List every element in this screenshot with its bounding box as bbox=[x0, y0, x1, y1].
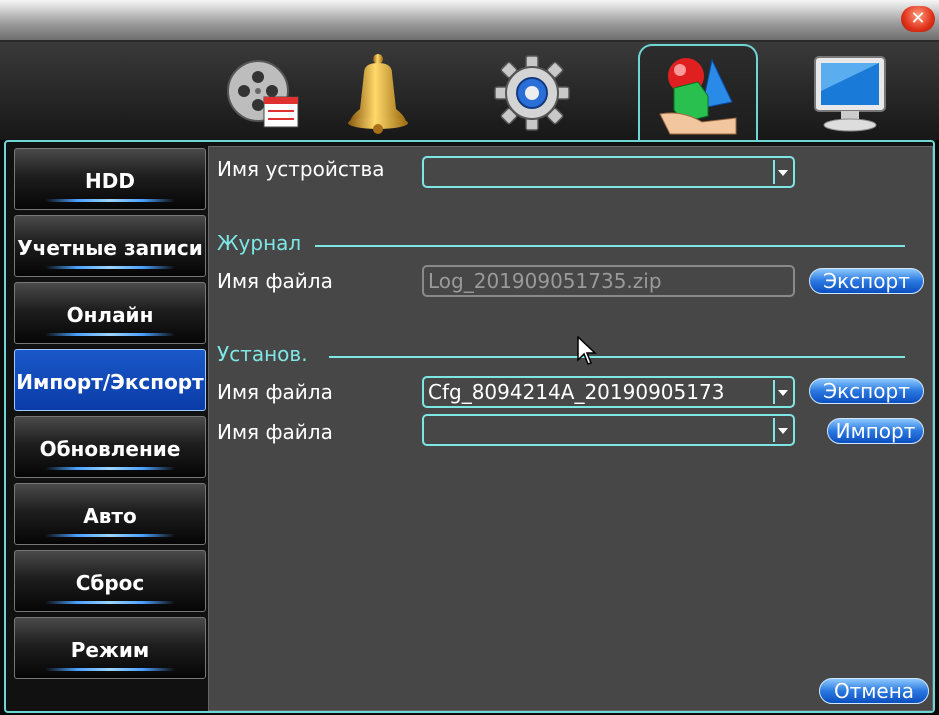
config-section-title: Установ. bbox=[217, 342, 308, 366]
log-section-divider bbox=[315, 245, 905, 247]
config-import-button[interactable]: Импорт bbox=[827, 418, 924, 444]
sidebar-item-update[interactable]: Обновление bbox=[14, 416, 206, 478]
log-export-button[interactable]: Экспорт bbox=[809, 268, 924, 294]
sidebar-item-hdd[interactable]: HDD bbox=[14, 148, 206, 210]
config-import-file-label: Имя файла bbox=[217, 420, 333, 444]
device-name-dropdown[interactable] bbox=[422, 156, 795, 188]
config-export-button[interactable]: Экспорт bbox=[809, 378, 924, 404]
sidebar-item-label: Обновление bbox=[39, 437, 181, 461]
log-file-value: Log_201909051735.zip bbox=[428, 269, 662, 293]
mouse-cursor-icon bbox=[577, 336, 597, 365]
tab-record[interactable] bbox=[204, 48, 320, 138]
sidebar-item-auto[interactable]: Авто bbox=[14, 483, 206, 545]
config-export-file-dropdown[interactable]: Cfg_8094214A_20190905173 bbox=[422, 376, 795, 408]
title-bar: ✕ bbox=[0, 0, 939, 42]
chevron-down-icon bbox=[773, 160, 791, 184]
device-name-label: Имя устройства bbox=[217, 157, 385, 181]
chevron-down-icon bbox=[773, 380, 791, 404]
tab-alarm[interactable] bbox=[320, 48, 436, 138]
config-export-file-label: Имя файла bbox=[217, 380, 333, 404]
import-export-panel: Имя устройства Журнал Имя файла Log_2019… bbox=[208, 146, 933, 711]
category-tab-bar bbox=[0, 42, 939, 143]
sidebar-item-label: HDD bbox=[85, 169, 135, 193]
config-import-file-dropdown[interactable] bbox=[422, 414, 795, 446]
sidebar-item-mode[interactable]: Режим bbox=[14, 617, 206, 679]
tab-system[interactable] bbox=[474, 48, 590, 138]
sidebar-item-label: Сброс bbox=[75, 571, 145, 595]
tab-advanced[interactable] bbox=[638, 44, 758, 143]
sidebar-item-reset[interactable]: Сброс bbox=[14, 550, 206, 612]
sidebar-item-import-export[interactable]: Импорт/Экспорт bbox=[14, 349, 206, 411]
sidebar-item-accounts[interactable]: Учетные записи bbox=[14, 215, 206, 277]
sidebar-item-label: Авто bbox=[83, 504, 137, 528]
sidebar-item-label: Онлайн bbox=[66, 303, 154, 327]
alarm-bell-icon bbox=[348, 54, 408, 134]
config-export-file-value: Cfg_8094214A_20190905173 bbox=[428, 380, 725, 404]
sidebar-item-label: Импорт/Экспорт bbox=[16, 370, 204, 394]
record-icon bbox=[227, 60, 299, 128]
config-section-divider bbox=[329, 356, 905, 358]
close-button[interactable]: ✕ bbox=[901, 6, 935, 32]
log-file-label: Имя файла bbox=[217, 269, 333, 293]
cancel-button[interactable]: Отмена bbox=[819, 678, 929, 704]
monitor-icon bbox=[814, 56, 886, 132]
sidebar-item-label: Учетные записи bbox=[17, 236, 203, 260]
system-settings-icon bbox=[494, 55, 570, 131]
close-icon: ✕ bbox=[910, 8, 926, 29]
log-file-field: Log_201909051735.zip bbox=[422, 265, 795, 297]
sidebar-item-online[interactable]: Онлайн bbox=[14, 282, 206, 344]
tab-monitor[interactable] bbox=[792, 48, 908, 138]
advanced-tools-icon bbox=[659, 57, 737, 134]
chevron-down-icon bbox=[773, 418, 791, 442]
log-section-title: Журнал bbox=[217, 231, 302, 255]
sidebar-item-label: Режим bbox=[70, 638, 150, 662]
